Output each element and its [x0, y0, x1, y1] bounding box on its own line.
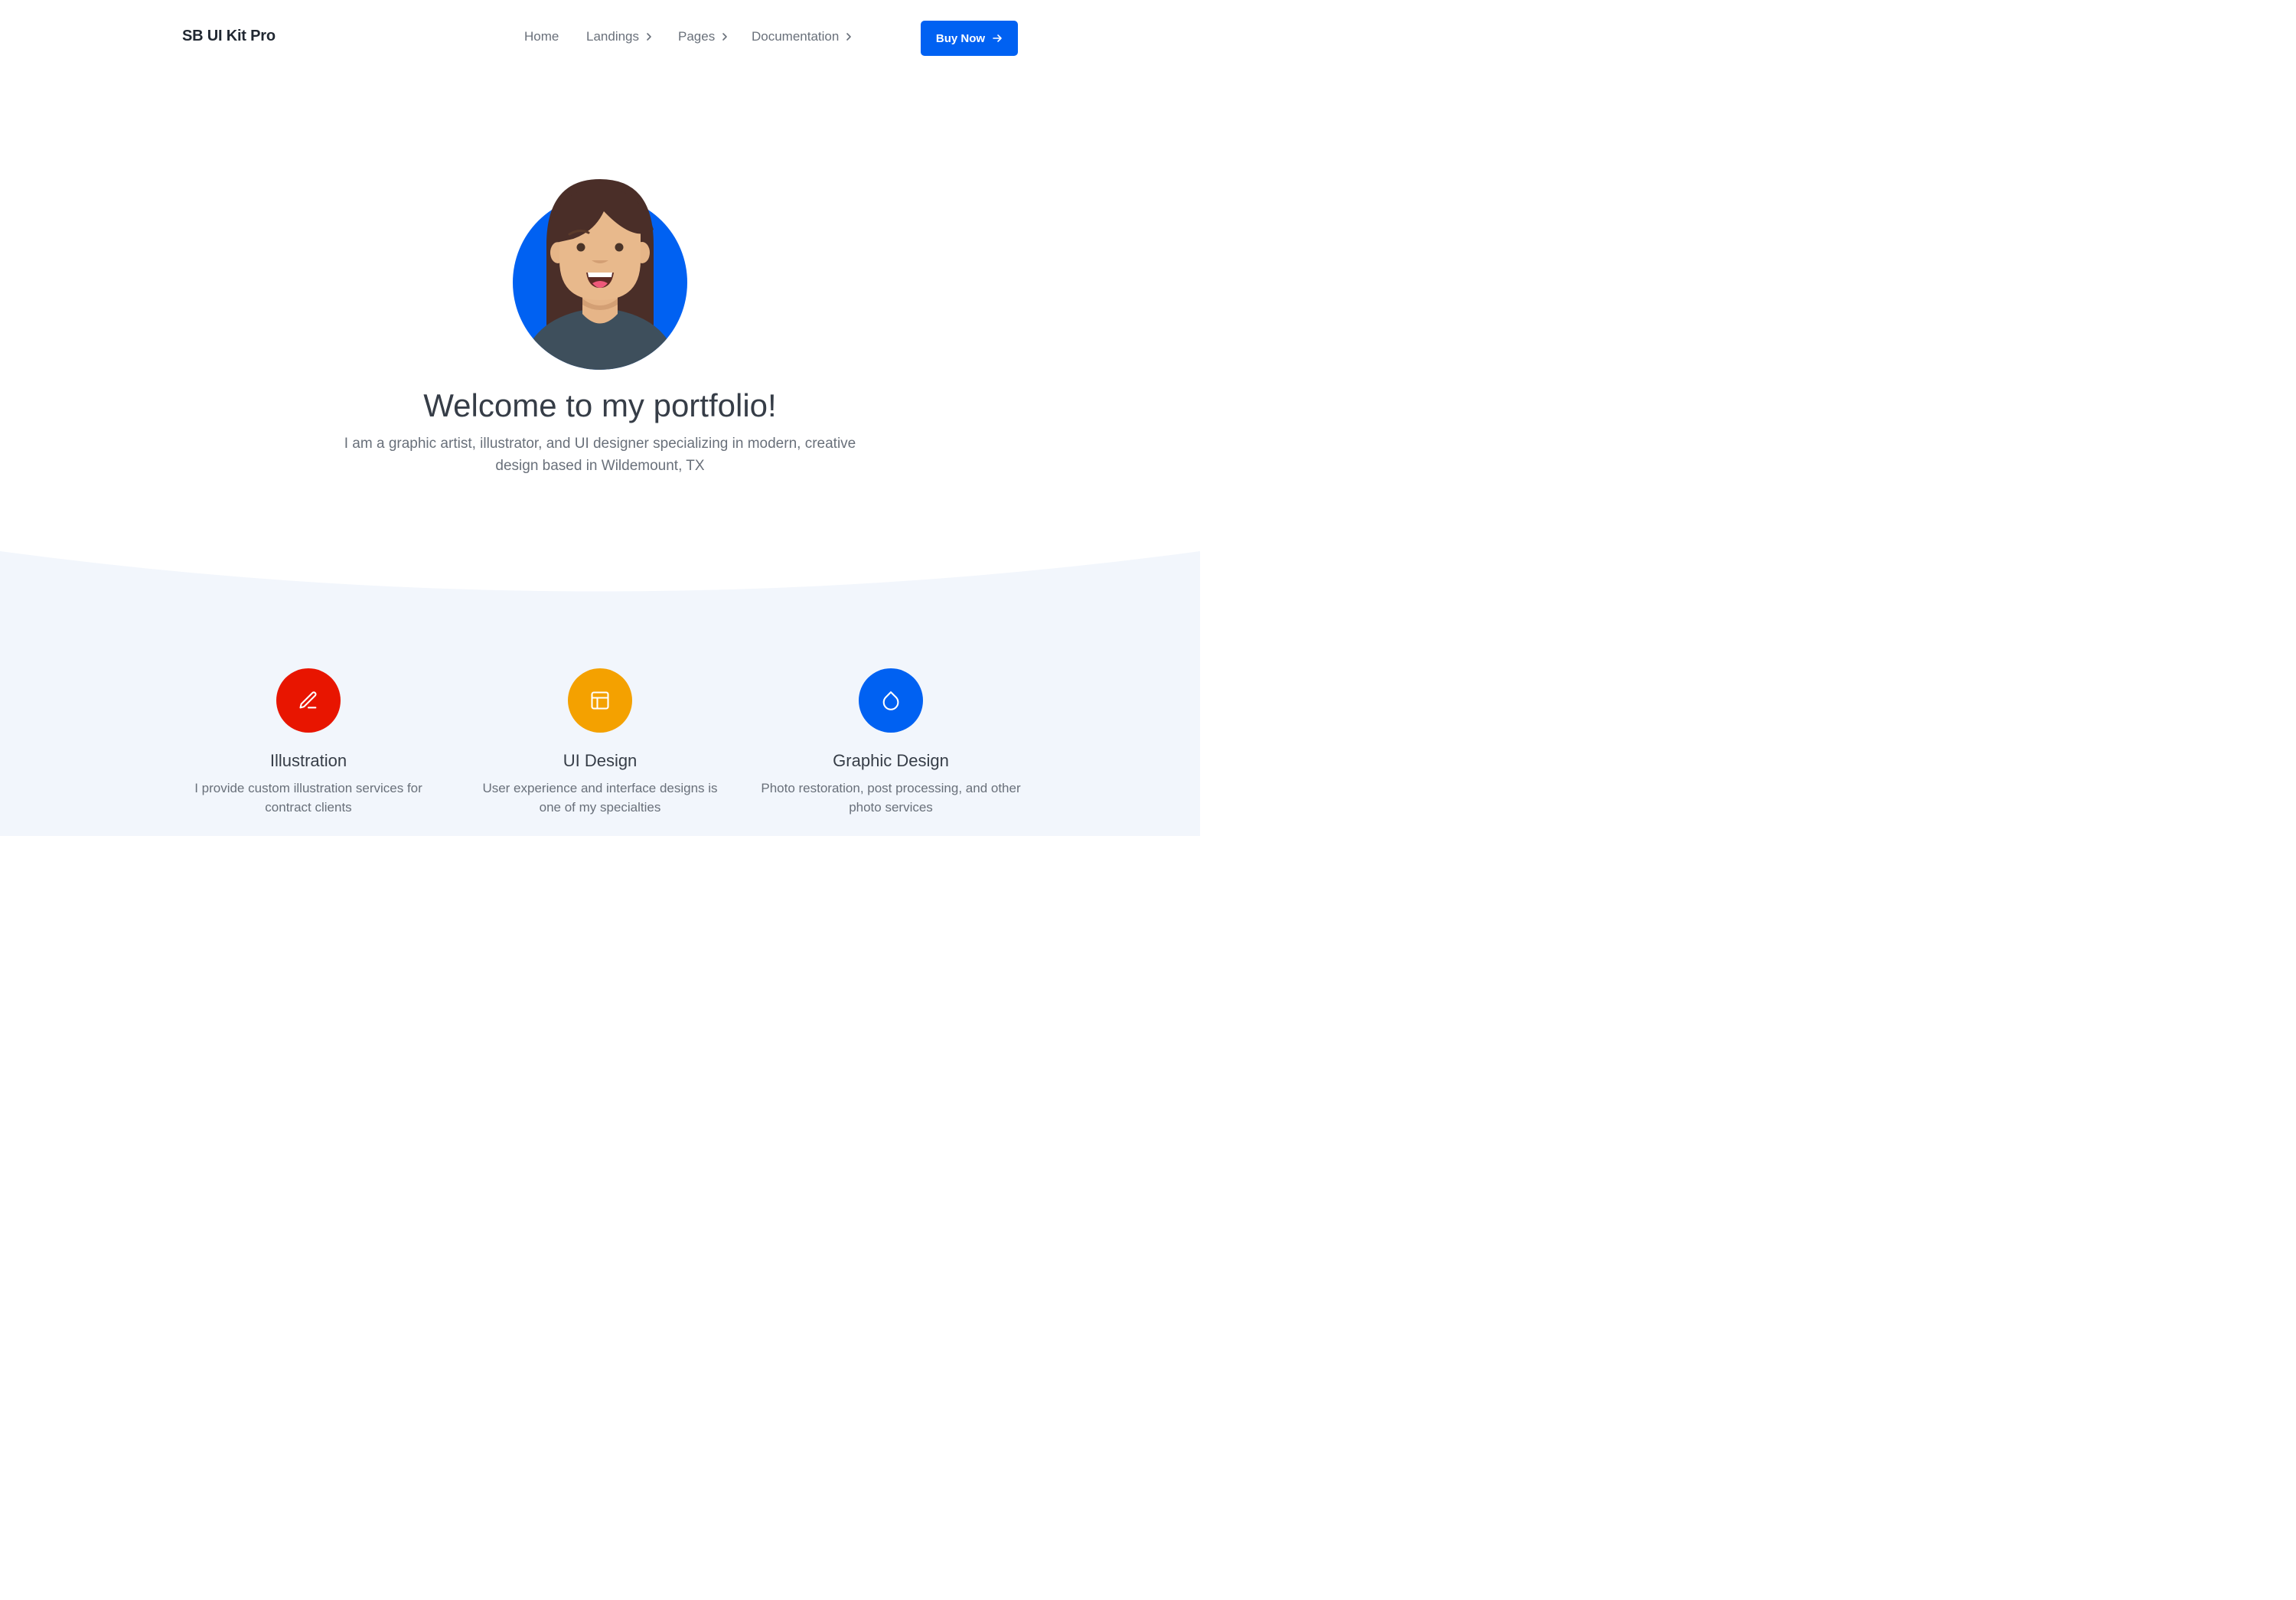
hero-subtitle: I am a graphic artist, illustrator, and … [344, 436, 856, 474]
nav-item-label: Landings [586, 29, 640, 44]
nav-item-landings[interactable]: Landings [586, 29, 653, 44]
avatar [512, 176, 688, 371]
page-title: Welcome to my portfolio! [423, 387, 777, 423]
chevron-right-icon [721, 32, 729, 41]
nav-item-home[interactable]: Home [524, 29, 559, 44]
nav-item-label: Pages [678, 29, 716, 44]
feature-title: Illustration [269, 751, 347, 770]
top-navbar: SB UI Kit Pro Home Landings Pages Docume… [0, 0, 1200, 77]
feature-ui-design: UI Design User experience and interface … [462, 668, 738, 817]
chevron-right-icon [845, 32, 853, 41]
arrow-right-icon [992, 33, 1003, 44]
feature-description: User experience and interface designs is… [482, 781, 718, 815]
feature-description: Photo restoration, post processing, and … [761, 781, 1021, 815]
layout-icon [568, 668, 632, 733]
pen-tool-icon [276, 668, 341, 733]
feature-title: Graphic Design [833, 751, 949, 770]
feature-illustration: Illustration I provide custom illustrati… [171, 668, 446, 817]
buy-now-button[interactable]: Buy Now [921, 21, 1018, 56]
nav-item-pages[interactable]: Pages [678, 29, 729, 44]
feature-title: UI Design [563, 751, 638, 770]
page: SB UI Kit Pro Home Landings Pages Docume… [0, 0, 1200, 836]
brand-logo[interactable]: SB UI Kit Pro [182, 28, 276, 45]
droplet-icon [859, 668, 923, 733]
feature-description: I provide custom illustration services f… [194, 781, 422, 815]
nav-item-label: Documentation [752, 29, 840, 44]
nav-item-documentation[interactable]: Documentation [752, 29, 853, 44]
chevron-right-icon [645, 32, 653, 41]
feature-graphic-design: Graphic Design Photo restoration, post p… [753, 668, 1029, 817]
nav-item-label: Home [524, 29, 559, 44]
buy-now-label: Buy Now [935, 31, 986, 45]
